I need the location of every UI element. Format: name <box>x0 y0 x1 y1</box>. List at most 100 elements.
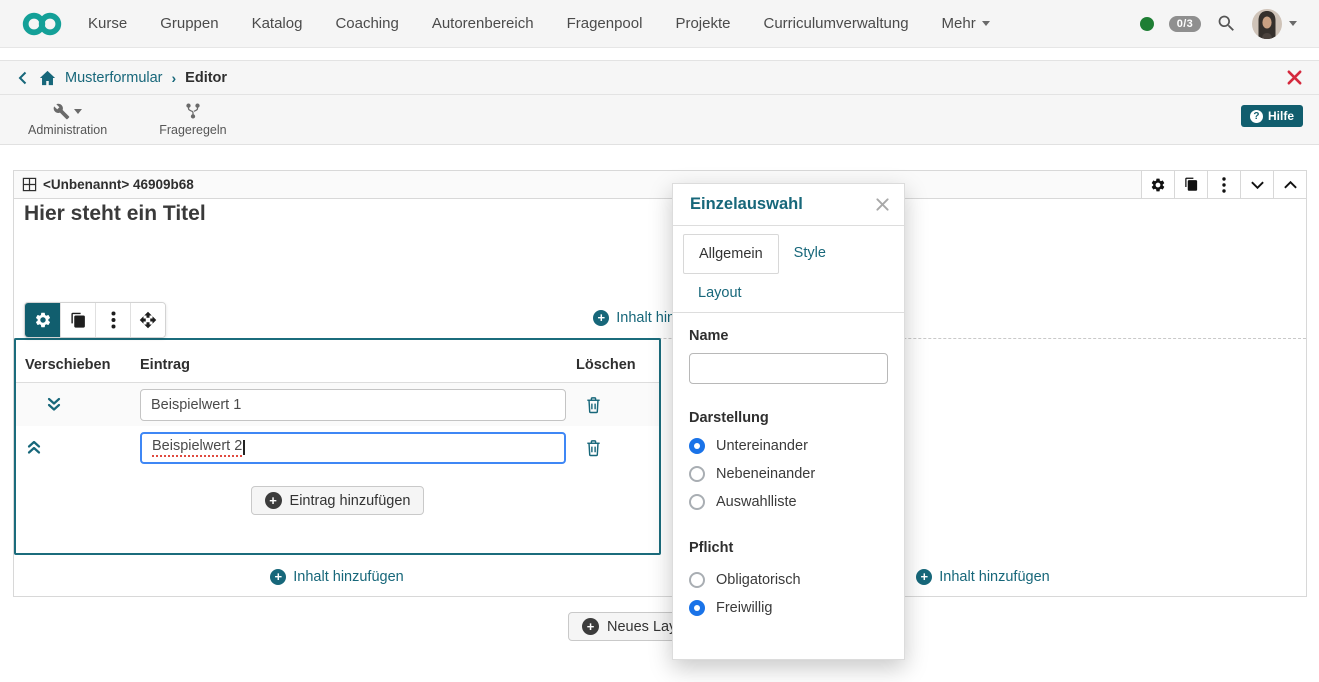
move-icon <box>139 311 157 329</box>
nav-item-katalog[interactable]: Katalog <box>252 15 303 32</box>
close-x-icon[interactable] <box>1286 69 1303 86</box>
move-down-button[interactable] <box>16 395 140 414</box>
caret-down-icon <box>74 109 82 114</box>
caret-down-icon <box>982 21 990 26</box>
editor-header-panel: Musterformular › Editor Administration F… <box>0 60 1319 145</box>
radio-label: Nebeneinander <box>716 466 815 482</box>
delete-entry-button[interactable] <box>566 438 603 458</box>
copy-icon <box>70 312 87 329</box>
nav-item-curriculumverwaltung[interactable]: Curriculumverwaltung <box>763 15 908 32</box>
radio-untereinander[interactable]: Untereinander <box>689 438 888 454</box>
radio-nebeneinander[interactable]: Nebeneinander <box>689 466 888 482</box>
nav-more-label: Mehr <box>942 15 976 32</box>
entries-table-header: Verschieben Eintrag Löschen <box>16 340 659 383</box>
plus-circle-icon <box>916 569 932 585</box>
add-content-link-left[interactable]: Inhalt hinzufügen <box>270 569 403 585</box>
element-settings-button[interactable] <box>25 303 60 337</box>
plus-circle-icon <box>265 492 282 509</box>
plus-circle-icon <box>593 310 609 326</box>
administration-label: Administration <box>28 123 107 137</box>
entry-input[interactable]: Beispielwert 2 <box>140 432 566 464</box>
section-duplicate-button[interactable] <box>1174 171 1207 198</box>
name-label: Name <box>689 328 888 344</box>
top-navbar: Kurse Gruppen Katalog Coaching Autorenbe… <box>0 0 1319 48</box>
name-field[interactable] <box>689 353 888 384</box>
col-header-move: Verschieben <box>16 357 140 373</box>
user-menu[interactable] <box>1252 9 1297 39</box>
status-dot <box>1140 17 1154 31</box>
section-settings-button[interactable] <box>1141 171 1174 198</box>
nav-right-cluster: 0/3 <box>1140 9 1297 39</box>
radio-label: Untereinander <box>716 438 808 454</box>
trash-icon <box>584 395 603 415</box>
back-chevron-icon[interactable] <box>16 70 30 86</box>
radio-obligatorisch[interactable]: Obligatorisch <box>689 572 888 588</box>
element-duplicate-button[interactable] <box>60 303 95 337</box>
avatar <box>1252 9 1282 39</box>
dialog-title: Einzelauswahl <box>690 195 803 214</box>
display-label: Darstellung <box>689 410 888 426</box>
kebab-icon <box>1222 177 1226 193</box>
move-up-button[interactable] <box>16 438 140 457</box>
chevron-up-icon <box>1283 180 1298 190</box>
search-icon[interactable] <box>1216 13 1237 34</box>
tab-style[interactable]: Style <box>779 234 841 274</box>
section-move-down-button[interactable] <box>1240 171 1273 198</box>
radio-auswahlliste[interactable]: Auswahlliste <box>689 494 888 510</box>
add-content-top-row: Inhalt hinzufügen <box>14 309 1306 327</box>
gear-icon <box>1150 177 1166 193</box>
section-move-up-button[interactable] <box>1273 171 1306 198</box>
page-title: Hier steht ein Titel <box>24 202 206 226</box>
radio-freiwillig[interactable]: Freiwillig <box>689 600 888 616</box>
administration-button[interactable]: Administration <box>16 99 119 139</box>
element-menu-button[interactable] <box>95 303 130 337</box>
kebab-icon <box>111 311 116 329</box>
nav-item-autorenbereich[interactable]: Autorenbereich <box>432 15 534 32</box>
help-icon: ? <box>1250 110 1263 123</box>
add-content-label: Inhalt hinzufügen <box>293 569 403 585</box>
home-icon[interactable] <box>39 70 56 86</box>
table-row <box>16 383 659 426</box>
radio-icon <box>689 494 705 510</box>
element-settings-dialog: Einzelauswahl Allgemein Style Layout Nam… <box>672 183 905 660</box>
progress-badge[interactable]: 0/3 <box>1169 16 1201 32</box>
breadcrumb-page[interactable]: Musterformular <box>65 70 163 86</box>
nav-menu: Kurse Gruppen Katalog Coaching Autorenbe… <box>88 15 990 32</box>
radio-label: Obligatorisch <box>716 572 801 588</box>
entry-input[interactable] <box>140 389 566 421</box>
nav-item-kurse[interactable]: Kurse <box>88 15 127 32</box>
add-content-link-right[interactable]: Inhalt hinzufügen <box>916 569 1049 585</box>
add-entry-button[interactable]: Eintrag hinzufügen <box>251 486 425 515</box>
section-menu-button[interactable] <box>1207 171 1240 198</box>
required-label: Pflicht <box>689 540 888 556</box>
text-cursor <box>243 440 245 455</box>
radio-selected-icon <box>689 438 705 454</box>
tab-layout[interactable]: Layout <box>683 274 757 312</box>
chevron-down-icon <box>1250 180 1265 190</box>
help-button[interactable]: ? Hilfe <box>1241 105 1303 127</box>
infinity-logo[interactable] <box>22 8 62 40</box>
tab-allgemein[interactable]: Allgemein <box>683 234 779 274</box>
double-chevron-down-icon <box>44 395 64 414</box>
delete-entry-button[interactable] <box>566 395 603 415</box>
section-title: <Unbenannt> 46909b68 <box>43 177 194 192</box>
col-header-delete: Löschen <box>566 357 636 373</box>
radio-label: Auswahlliste <box>716 494 797 510</box>
nav-item-projekte[interactable]: Projekte <box>675 15 730 32</box>
element-toolbar <box>24 302 166 338</box>
nav-item-gruppen[interactable]: Gruppen <box>160 15 218 32</box>
table-row: Beispielwert 2 <box>16 426 659 469</box>
form-section: <Unbenannt> 46909b68 Hier steht ein Tite… <box>13 170 1307 597</box>
selected-element[interactable]: Verschieben Eintrag Löschen Beispielwert… <box>14 338 661 555</box>
nav-item-coaching[interactable]: Coaching <box>335 15 398 32</box>
double-chevron-up-icon <box>24 438 44 457</box>
close-x-icon[interactable] <box>875 197 890 212</box>
frageregeln-button[interactable]: Frageregeln <box>147 99 238 139</box>
branch-icon <box>184 102 202 120</box>
wrench-icon <box>53 103 70 120</box>
breadcrumb: Musterformular › Editor <box>0 61 1319 95</box>
help-label: Hilfe <box>1268 109 1294 123</box>
element-move-button[interactable] <box>130 303 165 337</box>
nav-item-mehr[interactable]: Mehr <box>942 15 990 32</box>
nav-item-fragenpool[interactable]: Fragenpool <box>567 15 643 32</box>
